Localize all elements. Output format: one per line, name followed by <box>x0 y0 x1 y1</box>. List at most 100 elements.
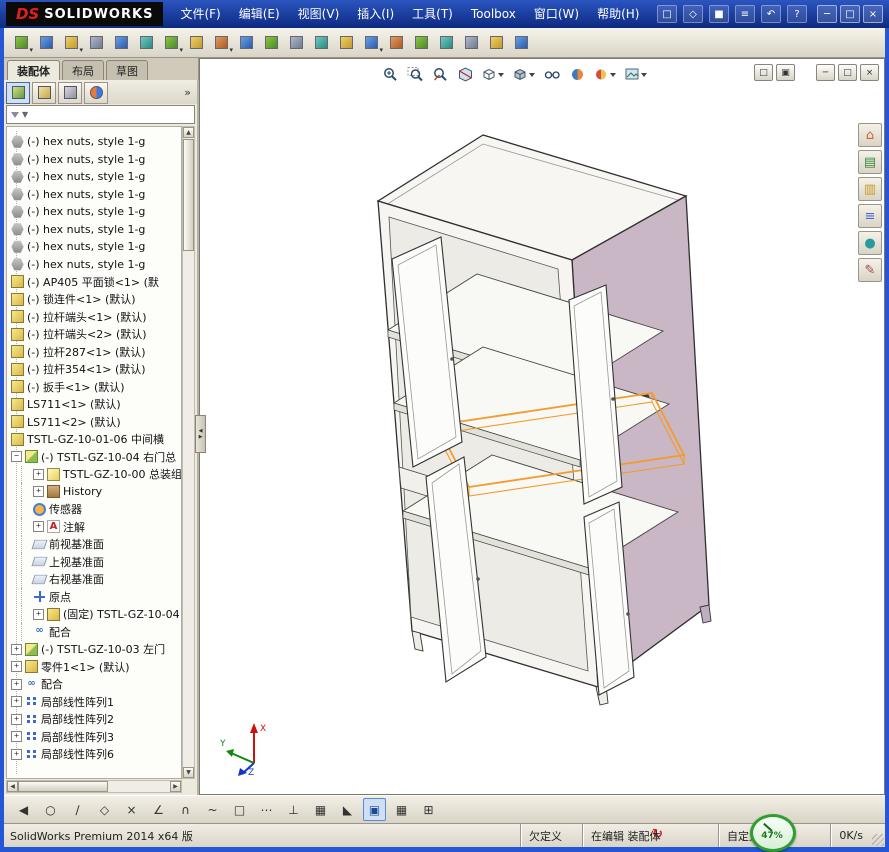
tab-sketch[interactable]: 草图 <box>106 60 148 80</box>
new-document-button[interactable]: □ <box>657 5 677 23</box>
tree-item[interactable]: (-) 拉杆端头<2> (默认) <box>7 326 181 344</box>
edit-appearance-icon[interactable] <box>592 64 619 85</box>
scroll-left-icon[interactable]: ◀ <box>7 781 18 792</box>
grid-tool[interactable]: ▦ <box>390 798 413 821</box>
expand-toggle-icon[interactable]: + <box>11 661 22 673</box>
hide-show-items-icon[interactable] <box>542 64 563 85</box>
expand-toggle-icon[interactable]: + <box>11 713 22 725</box>
rectangle-tool[interactable]: □ <box>228 798 251 821</box>
realview-graphics-icon[interactable] <box>567 64 588 85</box>
point-tool[interactable]: ⋯ <box>255 798 278 821</box>
scroll-up-icon[interactable]: ▲ <box>183 127 194 138</box>
tree-item[interactable]: (-) 锁连件<1> (默认) <box>7 291 181 309</box>
tree-item[interactable]: − (-) TSTL-GZ-10-04 右门总 <box>7 448 181 466</box>
tree-item[interactable]: + (固定) TSTL-GZ-10-04 <box>7 605 181 624</box>
tree-item[interactable]: (-) hex nuts, style 1-g <box>7 256 181 274</box>
tree-item[interactable]: 配合 <box>7 623 181 641</box>
tree-item[interactable]: (-) 扳手<1> (默认) <box>7 378 181 396</box>
display-style-icon[interactable] <box>511 64 538 85</box>
tree-item[interactable]: LS711<1> (默认) <box>7 396 181 414</box>
tab-assembly[interactable]: 装配体 <box>7 60 60 80</box>
expand-toggle-icon[interactable]: + <box>33 468 44 480</box>
expand-toggle-icon[interactable]: + <box>11 696 22 708</box>
insert-components[interactable] <box>10 32 33 54</box>
panel-splitter-handle[interactable]: ◀ ▶ <box>195 415 206 453</box>
mirror-entities-tool[interactable]: ⊥ <box>282 798 305 821</box>
tree-item[interactable]: + 零件1<1> (默认) <box>7 658 181 676</box>
menu-item[interactable]: Toolbox <box>462 0 525 28</box>
tree-item[interactable]: (-) 拉杆287<1> (默认) <box>7 343 181 361</box>
tree-horizontal-scrollbar[interactable]: ◀ ▶ <box>6 780 182 793</box>
menu-item[interactable]: 帮助(H) <box>588 0 648 28</box>
menu-item[interactable]: 文件(F) <box>171 0 229 28</box>
vertical-scroll-thumb[interactable] <box>183 139 194 251</box>
section-view-icon[interactable] <box>455 64 476 85</box>
tab-layout[interactable]: 布局 <box>62 60 104 80</box>
triangle-tool[interactable]: ◣ <box>336 798 359 821</box>
tree-item[interactable]: 前视基准面 <box>7 535 181 554</box>
view-orientation-icon[interactable] <box>480 64 507 85</box>
mate[interactable] <box>35 32 57 54</box>
tree-item[interactable]: 传感器 <box>7 500 181 519</box>
tree-item[interactable]: + 局部线性阵列6 <box>7 746 181 764</box>
expand-toggle-icon[interactable]: + <box>11 678 22 690</box>
show-hidden-components[interactable] <box>135 32 157 54</box>
expand-toggle-icon[interactable]: + <box>11 748 22 760</box>
appearances-scenes[interactable]: ● <box>858 231 882 255</box>
tree-item[interactable]: (-) hex nuts, style 1-g <box>7 186 181 204</box>
expand-toggle-icon[interactable]: − <box>11 451 22 463</box>
take-snapshot[interactable] <box>460 32 482 54</box>
close-button[interactable]: × <box>863 5 883 23</box>
shaded-view-tool[interactable]: ▣ <box>363 798 386 821</box>
angle-dimension-tool[interactable]: ∠ <box>147 798 170 821</box>
arc-tool[interactable]: ∩ <box>174 798 197 821</box>
tree-item[interactable]: + History <box>7 483 181 501</box>
restore-button[interactable]: □ <box>840 5 860 23</box>
scroll-right-icon[interactable]: ▶ <box>170 781 181 792</box>
linear-component-pattern[interactable] <box>60 32 83 54</box>
cabinet-3d-model[interactable] <box>200 59 884 794</box>
new-motion-study[interactable] <box>210 32 233 54</box>
assembly-visualization[interactable] <box>385 32 407 54</box>
horizontal-scroll-thumb[interactable] <box>18 781 108 792</box>
undo-button[interactable]: ↶ <box>761 5 781 23</box>
minimize-button[interactable]: ─ <box>817 5 837 23</box>
exploded-view[interactable] <box>260 32 282 54</box>
doc-maximize-button[interactable]: □ <box>838 64 857 81</box>
menu-item[interactable]: 工具(T) <box>403 0 462 28</box>
tree-item[interactable]: + 局部线性阵列2 <box>7 711 181 729</box>
doc-cascade-button[interactable]: ▣ <box>776 64 795 81</box>
tree-item[interactable]: (-) hex nuts, style 1-g <box>7 168 181 186</box>
help-button[interactable]: ? <box>787 5 807 23</box>
polygon-tool[interactable]: ◇ <box>93 798 116 821</box>
panel-overflow-button[interactable]: » <box>180 86 195 99</box>
menu-item[interactable]: 窗口(W) <box>525 0 588 28</box>
tree-vertical-scrollbar[interactable]: ▲ ▼ <box>182 126 195 779</box>
toolbar-scroll-left[interactable]: ◀ <box>12 798 35 821</box>
hole-alignment[interactable] <box>360 32 383 54</box>
isolate[interactable] <box>485 32 507 54</box>
dimxpertmanager-tab[interactable] <box>84 81 108 104</box>
tree-item[interactable]: + 局部线性阵列1 <box>7 693 181 711</box>
move-component[interactable] <box>110 32 132 54</box>
update-speedpak[interactable] <box>435 32 457 54</box>
expand-toggle-icon[interactable]: + <box>33 486 44 498</box>
file-explorer[interactable]: ▥ <box>858 177 882 201</box>
splitter-right-icon[interactable]: ▶ <box>199 434 203 440</box>
spline-tool[interactable]: ~ <box>201 798 224 821</box>
tree-item[interactable]: 原点 <box>7 588 181 606</box>
tree-item[interactable]: 右视基准面 <box>7 570 181 589</box>
clearance-verification[interactable] <box>335 32 357 54</box>
assembly-settings[interactable] <box>510 32 532 54</box>
reference-geometry[interactable] <box>185 32 207 54</box>
filter-dropdown-icon[interactable]: ▼ <box>22 110 28 119</box>
menu-item[interactable]: 视图(V) <box>289 0 349 28</box>
tree-item[interactable]: (-) hex nuts, style 1-g <box>7 203 181 221</box>
open-button[interactable]: ◇ <box>683 5 703 23</box>
menu-item[interactable]: 编辑(E) <box>230 0 289 28</box>
zoom-to-selection-icon[interactable] <box>430 64 451 85</box>
tree-item[interactable]: LS711<2> (默认) <box>7 413 181 431</box>
configurationmanager-tab[interactable] <box>58 81 82 104</box>
tree-item[interactable]: 上视基准面 <box>7 553 181 571</box>
resize-grip[interactable] <box>872 834 884 846</box>
